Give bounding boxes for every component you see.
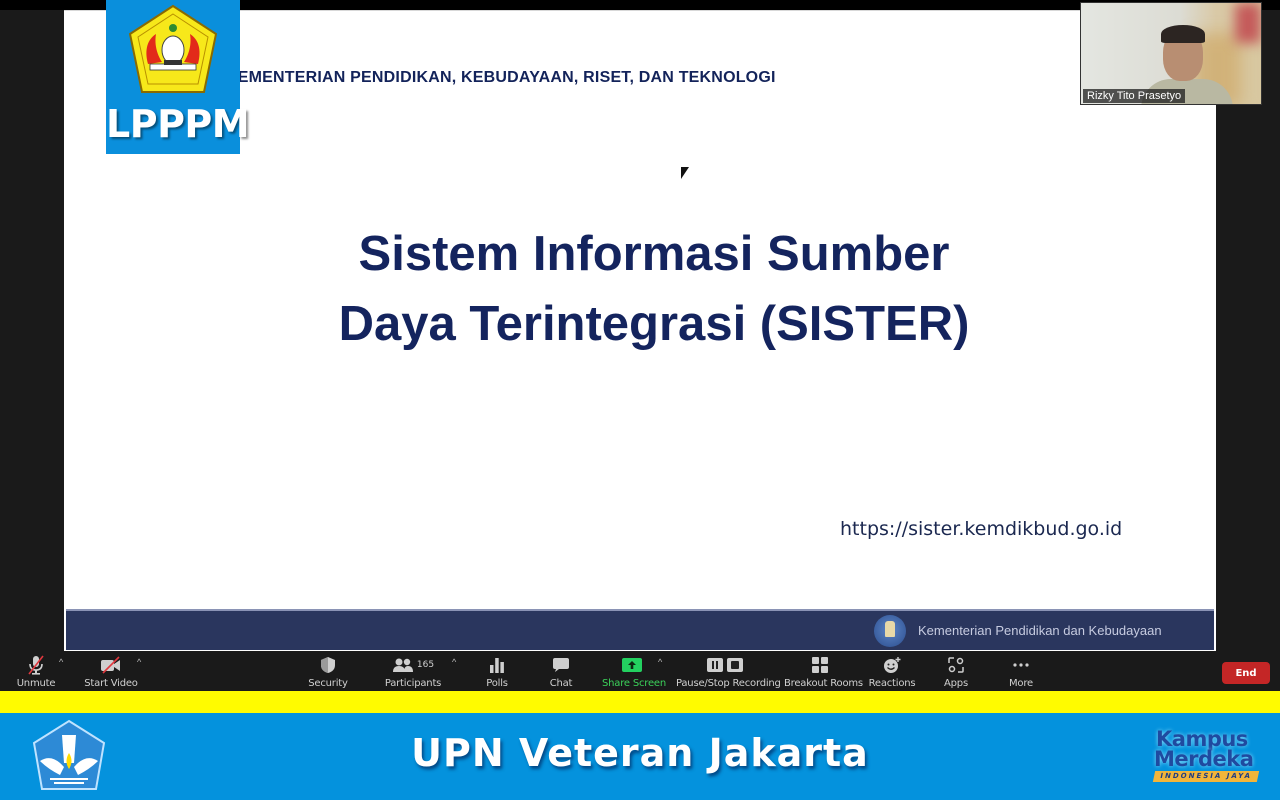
start-video-label: Start Video (84, 678, 138, 689)
kemendikbud-logo-icon (874, 615, 906, 647)
smiley-add-icon (884, 657, 901, 673)
participants-icon (392, 658, 413, 672)
polls-button[interactable]: Polls (478, 655, 516, 691)
upn-emblem-icon (128, 4, 218, 93)
security-button[interactable]: Security (306, 655, 350, 691)
video-camera-off-icon (101, 656, 120, 674)
mouse-cursor-icon (681, 167, 689, 179)
slide-footer: Kementerian Pendidikan dan Kebudayaan (66, 609, 1214, 650)
apps-label: Apps (944, 678, 968, 689)
start-video-button[interactable]: Start Video (84, 655, 138, 691)
microphone-muted-icon (28, 655, 44, 675)
participants-label: Participants (384, 678, 442, 689)
bottom-banner: UPN Veteran Jakarta Kampus Merdeka INDON… (0, 713, 1280, 800)
kampus-merdeka-line-2: Merdeka (1154, 747, 1254, 771)
banner-title: UPN Veteran Jakarta (411, 731, 869, 775)
shield-icon (321, 657, 335, 673)
slide-title: Sistem Informasi Sumber Daya Terintegras… (64, 219, 1244, 359)
participant-hair (1161, 25, 1205, 43)
slide-url: https://sister.kemdikbud.go.id (840, 518, 1123, 540)
bar-chart-icon (490, 658, 504, 673)
pause-icon (707, 658, 723, 672)
meeting-toolbar: Unmute ^ Start Video ^ Security 165 Part… (0, 651, 1280, 691)
breakout-rooms-icon (812, 657, 828, 673)
participants-options-caret[interactable]: ^ (452, 657, 456, 667)
audio-options-caret[interactable]: ^ (59, 657, 63, 667)
yellow-band (0, 691, 1280, 713)
reactions-label: Reactions (868, 678, 916, 689)
share-options-caret[interactable]: ^ (658, 657, 662, 667)
breakout-rooms-label: Breakout Rooms (784, 678, 863, 689)
kampus-merdeka-logo: Kampus Merdeka INDONESIA JAYA (1150, 729, 1262, 789)
more-dots-icon (1013, 663, 1029, 667)
unmute-label: Unmute (16, 678, 56, 689)
share-screen-label: Share Screen (602, 678, 667, 689)
breakout-rooms-button[interactable]: Breakout Rooms (784, 655, 863, 691)
participants-count: 165 (416, 660, 435, 670)
apps-icon (948, 657, 964, 673)
kampus-merdeka-line-1: Kampus (1156, 727, 1248, 751)
end-meeting-button[interactable]: End (1222, 662, 1270, 684)
slide-title-line-2: Daya Terintegrasi (SISTER) (338, 297, 970, 351)
video-background-object (1235, 3, 1261, 43)
lpppm-label: LPPPM (106, 102, 250, 146)
chat-bubble-icon (553, 658, 569, 672)
video-options-caret[interactable]: ^ (137, 657, 141, 667)
share-screen-arrow-icon (622, 658, 642, 672)
participant-video-tile[interactable]: Rizky Tito Prasetyo (1080, 2, 1262, 105)
participants-button[interactable]: 165 Participants (384, 655, 442, 691)
chat-button[interactable]: Chat (542, 655, 580, 691)
lpppm-badge: LPPPM (106, 0, 250, 154)
reactions-button[interactable]: Reactions (868, 655, 916, 691)
polls-label: Polls (486, 678, 508, 689)
chat-label: Chat (549, 678, 573, 689)
participant-name: Rizky Tito Prasetyo (1083, 89, 1186, 103)
recording-label: Pause/Stop Recording (676, 678, 781, 689)
kampus-merdeka-ribbon: INDONESIA JAYA (1152, 771, 1260, 782)
slide-header: KEMENTERIAN PENDIDIKAN, KEBUDAYAAN, RISE… (226, 69, 776, 86)
security-label: Security (308, 678, 348, 689)
slide-footer-text: Kementerian Pendidikan dan Kebudayaan (918, 623, 1162, 638)
stop-icon (727, 658, 743, 672)
slide-title-line-1: Sistem Informasi Sumber (358, 227, 950, 281)
more-button[interactable]: More (1002, 655, 1040, 691)
more-label: More (1009, 678, 1033, 689)
apps-button[interactable]: Apps (938, 655, 974, 691)
pause-stop-recording-button[interactable]: Pause/Stop Recording (676, 655, 781, 691)
unmute-button[interactable]: Unmute (14, 655, 58, 691)
share-screen-button[interactable]: Share Screen (602, 655, 667, 691)
